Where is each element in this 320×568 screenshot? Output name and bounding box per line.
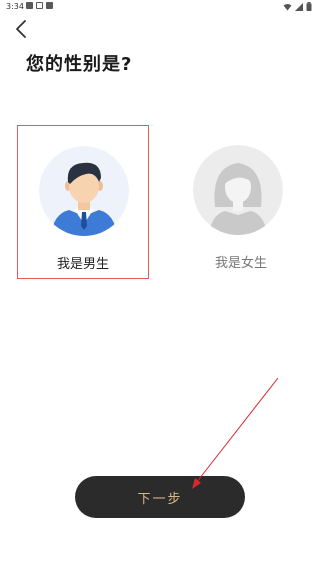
wifi-icon — [283, 3, 292, 10]
gender-option-male[interactable]: 我是男生 — [17, 125, 149, 279]
chevron-left-icon — [16, 20, 26, 38]
next-button[interactable]: 下一步 — [75, 476, 245, 518]
back-button[interactable] — [10, 18, 32, 40]
male-avatar-icon — [39, 146, 129, 236]
battery-icon — [306, 2, 312, 11]
gender-label-male: 我是男生 — [56, 257, 109, 272]
gender-label-female: 我是女生 — [214, 256, 267, 271]
sd-card-icon — [46, 2, 53, 9]
female-avatar-icon — [193, 145, 283, 235]
signal-icon — [295, 2, 303, 11]
sim-icon — [36, 2, 43, 9]
page-title: 您的性别是? — [26, 54, 133, 75]
status-system-icons — [283, 2, 312, 11]
image-icon — [26, 2, 33, 9]
gender-option-female[interactable]: 我是女生 — [175, 125, 307, 279]
status-time: 3:34 — [6, 2, 24, 11]
status-notification-icons — [26, 2, 53, 9]
status-bar: 3:34 — [0, 0, 320, 14]
